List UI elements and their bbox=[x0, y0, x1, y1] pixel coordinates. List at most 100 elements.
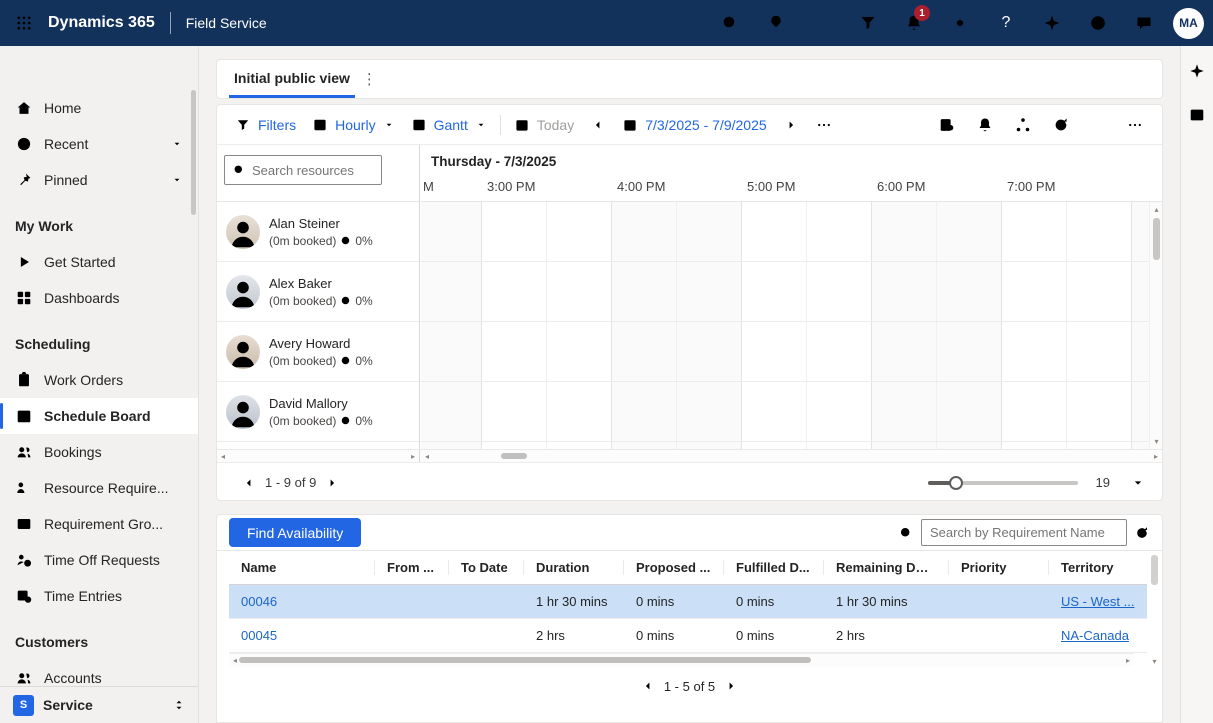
column-header-proposed[interactable]: Proposed ... bbox=[624, 560, 724, 575]
grid-horizontal-scrollbar[interactable]: ◂ ▸ bbox=[421, 450, 1162, 462]
sidebar-item-time-entries[interactable]: Time Entries bbox=[0, 578, 198, 614]
next-page-chevron[interactable] bbox=[724, 679, 738, 693]
date-more-options-icon[interactable] bbox=[807, 112, 841, 138]
lightbulb-icon[interactable] bbox=[753, 0, 799, 46]
scroll-right-arrow[interactable]: ▸ bbox=[1154, 452, 1158, 461]
search-icon[interactable] bbox=[707, 0, 753, 46]
column-header-from[interactable]: From ... bbox=[375, 560, 449, 575]
next-period-chevron[interactable] bbox=[775, 113, 807, 137]
sidebar-scrollbar[interactable] bbox=[191, 90, 196, 215]
sidebar-item-dashboards[interactable]: Dashboards bbox=[0, 280, 198, 316]
sidebar-item-recent[interactable]: Recent bbox=[0, 126, 198, 162]
board-alerts-bell-icon[interactable] bbox=[966, 109, 1004, 141]
sidebar-item-work-orders[interactable]: Work Orders bbox=[0, 362, 198, 398]
app-title[interactable]: Dynamics 365 bbox=[48, 14, 155, 32]
resource-search-box[interactable] bbox=[224, 155, 382, 185]
sort-resources-icon[interactable] bbox=[386, 155, 412, 185]
filter-icon[interactable] bbox=[845, 0, 891, 46]
help-icon[interactable]: ? bbox=[983, 0, 1029, 46]
notifications-bell-icon[interactable]: 1 bbox=[891, 0, 937, 46]
column-header-remaining[interactable]: Remaining Dur... bbox=[824, 560, 949, 575]
tab-initial-public-view[interactable]: Initial public view bbox=[229, 60, 355, 98]
today-button[interactable]: Today bbox=[506, 112, 582, 138]
resource-row-david-mallory[interactable]: David Mallory (0m booked) 0% bbox=[217, 382, 419, 442]
sidebar-item-home[interactable]: Home bbox=[0, 90, 198, 126]
maximize-board-icon[interactable] bbox=[1080, 109, 1118, 141]
requirements-vertical-scrollbar[interactable]: ▾ bbox=[1148, 551, 1161, 666]
copilot-icon[interactable] bbox=[1029, 0, 1075, 46]
area-title[interactable]: Field Service bbox=[186, 15, 267, 31]
column-header-fulfilled[interactable]: Fulfilled D... bbox=[724, 560, 824, 575]
add-tab-button[interactable] bbox=[391, 71, 407, 87]
chevron-down-icon[interactable] bbox=[171, 174, 183, 186]
column-header-priority[interactable]: Priority bbox=[949, 560, 1049, 575]
user-avatar[interactable]: MA bbox=[1173, 8, 1204, 39]
chat-panel-icon[interactable] bbox=[1188, 106, 1206, 124]
previous-page-chevron[interactable] bbox=[233, 476, 265, 490]
tab-options-menu-icon[interactable]: ⋮ bbox=[362, 70, 377, 88]
column-header-name[interactable]: Name bbox=[229, 560, 375, 575]
scroll-left-arrow[interactable]: ◂ bbox=[221, 452, 225, 461]
resource-hierarchy-icon[interactable] bbox=[1004, 109, 1042, 141]
scrollbar-thumb[interactable] bbox=[501, 453, 527, 459]
sitemap-collapse-button[interactable] bbox=[0, 46, 198, 90]
sidebar-item-requirement-groups[interactable]: Requirement Gro... bbox=[0, 506, 198, 542]
scroll-right-arrow[interactable]: ▸ bbox=[1126, 656, 1130, 665]
column-header-to-date[interactable]: To Date bbox=[449, 560, 524, 575]
previous-page-chevron[interactable] bbox=[641, 679, 655, 693]
open-requirements-panel-icon[interactable] bbox=[928, 109, 966, 141]
filters-button[interactable]: Filters bbox=[227, 112, 304, 138]
area-switcher[interactable]: S Service bbox=[0, 686, 199, 723]
sidebar-item-pinned[interactable]: Pinned bbox=[0, 162, 198, 198]
scroll-up-arrow[interactable]: ▴ bbox=[1150, 205, 1163, 214]
column-header-duration[interactable]: Duration bbox=[524, 560, 624, 575]
scroll-left-arrow[interactable]: ◂ bbox=[425, 452, 429, 461]
zoom-slider-thumb[interactable] bbox=[949, 476, 963, 490]
sidebar-item-bookings[interactable]: Bookings bbox=[0, 434, 198, 470]
area-switcher-chevrons-icon[interactable] bbox=[172, 698, 186, 712]
requirement-name-link[interactable]: 00046 bbox=[229, 594, 375, 609]
settings-gear-icon[interactable] bbox=[937, 0, 983, 46]
copilot-panel-icon[interactable] bbox=[1188, 62, 1206, 80]
schedule-grid[interactable] bbox=[421, 202, 1149, 449]
find-availability-button[interactable]: Find Availability bbox=[229, 518, 361, 547]
scrollbar-thumb[interactable] bbox=[239, 657, 811, 663]
date-range-picker[interactable]: 7/3/2025 - 7/9/2025 bbox=[614, 112, 774, 138]
resources-horizontal-scrollbar[interactable]: ◂ ▸ bbox=[217, 450, 420, 462]
zoom-slider[interactable] bbox=[928, 481, 1078, 485]
view-mode-dropdown[interactable]: Hourly bbox=[304, 112, 402, 138]
scrollbar-thumb[interactable] bbox=[1153, 218, 1160, 260]
requirement-search-input[interactable] bbox=[921, 519, 1127, 546]
scroll-right-arrow[interactable]: ▸ bbox=[411, 452, 415, 461]
collapse-panel-chevron-icon[interactable] bbox=[1130, 475, 1146, 491]
scroll-left-arrow[interactable]: ◂ bbox=[233, 656, 237, 665]
requirement-row-00045[interactable]: 00045 2 hrs 0 mins 0 mins 2 hrs NA-Canad… bbox=[229, 619, 1147, 653]
scrollbar-thumb[interactable] bbox=[1151, 555, 1158, 585]
chevron-down-icon[interactable] bbox=[171, 138, 183, 150]
column-header-territory[interactable]: Territory bbox=[1049, 560, 1147, 575]
scroll-down-arrow[interactable]: ▾ bbox=[1148, 657, 1161, 666]
sidebar-item-schedule-board[interactable]: Schedule Board bbox=[0, 398, 198, 434]
resource-search-input[interactable] bbox=[252, 163, 374, 178]
requirement-row-00046[interactable]: 00046 1 hr 30 mins 0 mins 0 mins 1 hr 30… bbox=[229, 585, 1147, 619]
teams-chat-icon[interactable] bbox=[1121, 0, 1167, 46]
refresh-requirements-icon[interactable] bbox=[1134, 525, 1150, 541]
board-more-options-icon[interactable] bbox=[1118, 112, 1152, 138]
sidebar-item-get-started[interactable]: Get Started bbox=[0, 244, 198, 280]
sidebar-item-time-off-requests[interactable]: Time Off Requests bbox=[0, 542, 198, 578]
territory-link[interactable]: NA-Canada bbox=[1049, 628, 1147, 643]
grid-vertical-scrollbar[interactable]: ▴ ▾ bbox=[1149, 202, 1162, 449]
app-launcher-button[interactable] bbox=[0, 0, 48, 46]
requirements-horizontal-scrollbar[interactable]: ◂ ▸ bbox=[229, 653, 1134, 666]
territory-link[interactable]: US - West ... bbox=[1049, 594, 1147, 609]
feedback-smiley-icon[interactable] bbox=[1075, 0, 1121, 46]
resource-row-alan-steiner[interactable]: Alan Steiner (0m booked) 0% bbox=[217, 202, 419, 262]
next-page-chevron[interactable] bbox=[316, 476, 348, 490]
gantt-dropdown[interactable]: Gantt bbox=[403, 112, 495, 138]
refresh-board-icon[interactable] bbox=[1042, 109, 1080, 141]
resource-row-alex-baker[interactable]: Alex Baker (0m booked) 0% bbox=[217, 262, 419, 322]
resource-row-avery-howard[interactable]: Avery Howard (0m booked) 0% bbox=[217, 322, 419, 382]
scroll-down-arrow[interactable]: ▾ bbox=[1150, 437, 1163, 446]
quick-create-icon[interactable] bbox=[799, 0, 845, 46]
previous-period-chevron[interactable] bbox=[582, 113, 614, 137]
